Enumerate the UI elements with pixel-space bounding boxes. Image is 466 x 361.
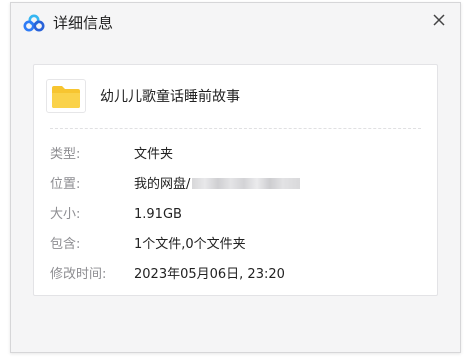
- baidu-netdisk-logo-icon: [23, 14, 45, 32]
- divider: [50, 128, 421, 129]
- size-value: 1.91GB: [134, 207, 182, 222]
- location-label: 位置:: [50, 177, 81, 192]
- details-dialog: 详细信息 幼儿儿歌童话睡前故事 类型: 文件夹 位置: 我的网盘/ 大小: 1.…: [10, 2, 461, 353]
- location-value-wrap: 我的网盘/: [134, 175, 301, 195]
- contains-value: 1个文件,0个文件夹: [134, 237, 246, 252]
- file-name: 幼儿儿歌童话睡前故事: [100, 89, 240, 105]
- title-bar: 详细信息: [11, 3, 460, 43]
- file-icon-frame: [46, 79, 86, 113]
- modified-value: 2023年05月06日, 23:20: [134, 267, 285, 282]
- type-value: 文件夹: [134, 147, 174, 162]
- file-info-card: 幼儿儿歌童话睡前故事 类型: 文件夹 位置: 我的网盘/ 大小: 1.91GB …: [33, 64, 438, 296]
- close-icon[interactable]: [428, 9, 450, 31]
- modified-label: 修改时间:: [50, 267, 107, 282]
- contains-label: 包含:: [50, 237, 81, 252]
- dialog-title: 详细信息: [53, 14, 114, 32]
- location-value: 我的网盘/: [134, 177, 191, 192]
- redacted-path: [192, 178, 301, 189]
- size-label: 大小:: [50, 207, 81, 222]
- folder-icon: [52, 86, 80, 108]
- type-label: 类型:: [50, 147, 81, 162]
